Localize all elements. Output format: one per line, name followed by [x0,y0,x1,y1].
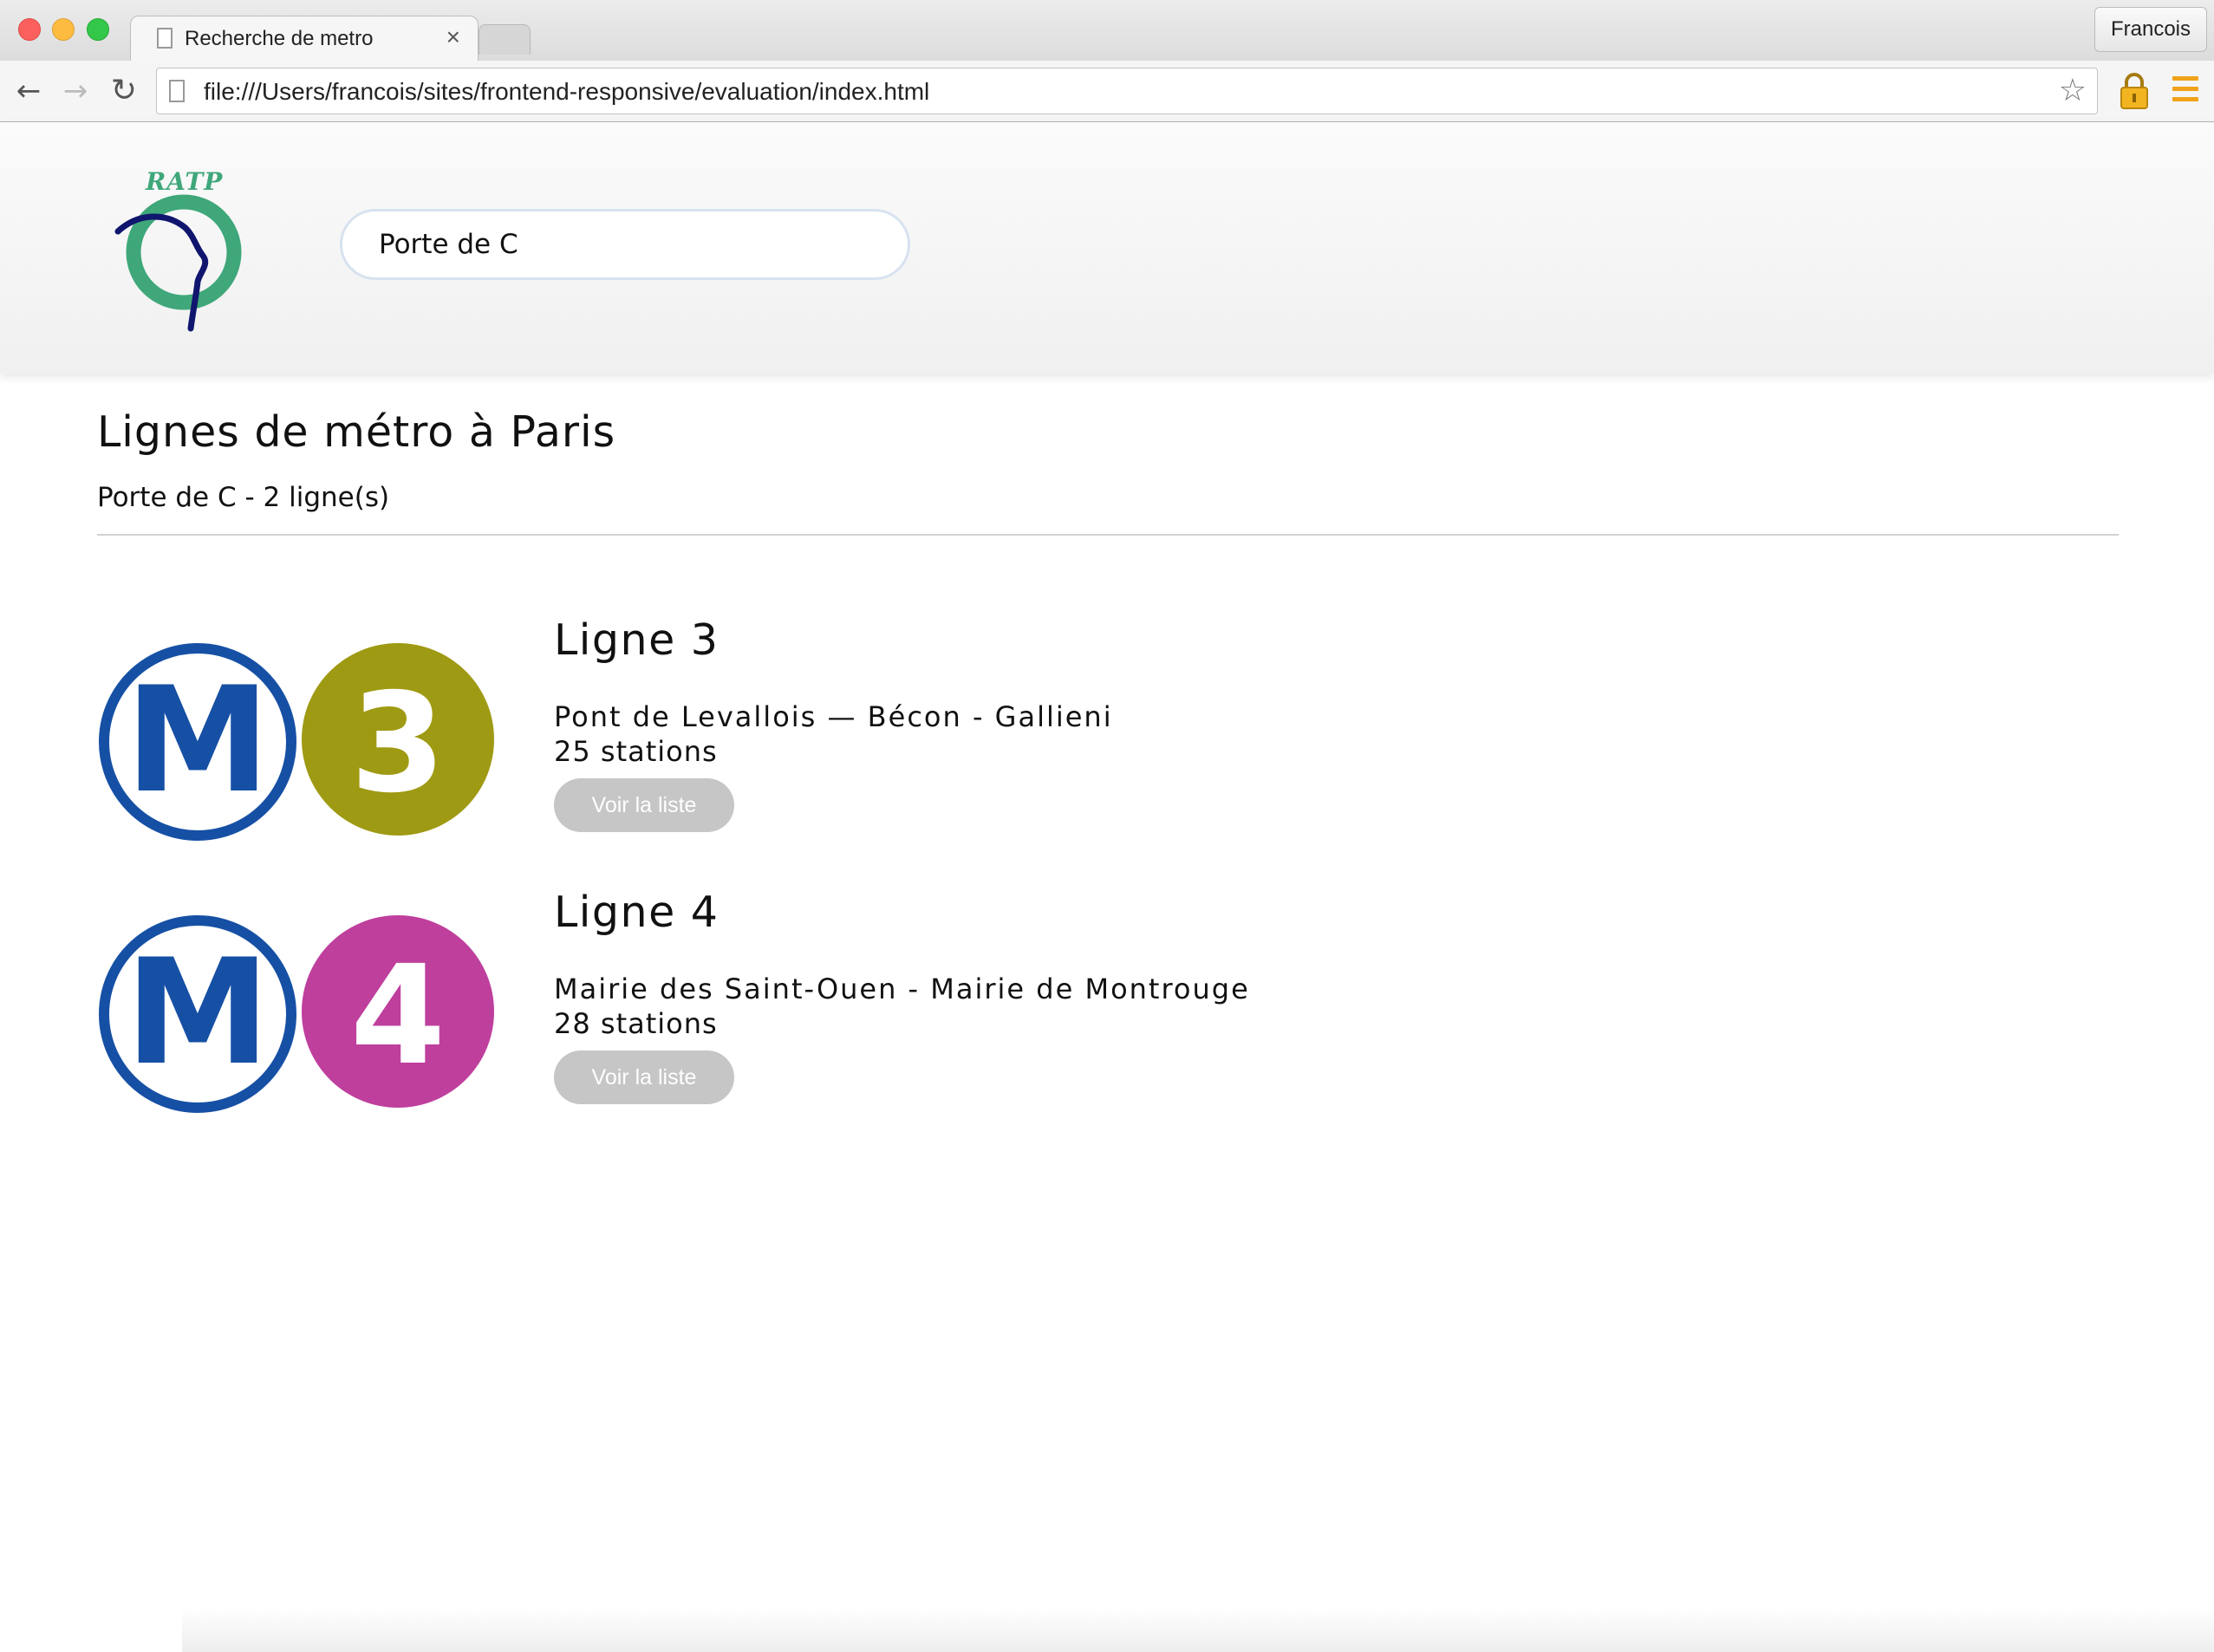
browser-toolbar: ← → ↻ file:///Users/francois/sites/front… [0,61,2214,122]
divider [97,534,2119,536]
menu-icon[interactable] [2172,76,2198,102]
browser-tab[interactable]: Recherche de metro × [130,16,479,62]
url-text[interactable]: file:///Users/francois/sites/frontend-re… [204,78,929,106]
line-number-badge: 4 [302,915,494,1108]
profile-button[interactable]: Francois [2094,7,2207,52]
close-window-button[interactable] [18,18,41,41]
bookmark-star-icon[interactable]: ☆ [2059,74,2087,108]
ratp-logo-text: RATP [146,167,224,196]
result-summary: Porte de C - 2 ligne(s) [97,482,390,513]
browser-titlebar: Recherche de metro × Francois [0,0,2214,62]
line-route: Mairie des Saint-Ouen - Mairie de Montro… [554,972,1250,1005]
metro-m-icon: M [99,643,296,841]
svg-text:M: M [125,655,270,825]
page-icon [157,28,173,49]
line-card: M 4 Ligne 4 Mairie des Saint-Ouen - Mair… [97,888,1397,1122]
search-input[interactable] [340,209,910,280]
ratp-emblem-icon [114,194,242,332]
metro-m-icon: M [99,915,296,1113]
zoom-window-button[interactable] [87,18,109,41]
line-stations-count: 28 stations [554,1007,718,1040]
site-header: RATP [0,122,2214,374]
forward-arrow-icon[interactable]: → [55,71,95,111]
line-stations-count: 25 stations [554,735,718,768]
tab-title: Recherche de metro [185,27,374,50]
lock-extension-icon[interactable] [2117,71,2152,111]
svg-text:M: M [125,927,270,1097]
address-bar[interactable]: file:///Users/francois/sites/frontend-re… [156,68,2098,114]
ratp-logo: RATP [113,167,251,332]
minimize-window-button[interactable] [52,18,75,41]
line-title: Ligne 3 [554,615,720,665]
line-card: M 3 Ligne 3 Pont de Levallois — Bécon - … [97,615,1397,849]
line-badge-number: 3 [350,664,446,823]
window-bottom-shadow [182,1608,2214,1652]
view-list-button[interactable]: Voir la liste [554,1050,734,1104]
line-badge-number: 4 [350,936,446,1096]
back-arrow-icon[interactable]: ← [9,71,49,111]
file-icon [169,80,185,102]
page-title: Lignes de métro à Paris [97,407,616,457]
new-tab-button[interactable] [479,24,531,55]
line-route: Pont de Levallois — Bécon - Gallieni [554,700,1113,733]
reload-icon[interactable]: ↻ [104,71,144,111]
line-title: Ligne 4 [554,888,720,937]
tab-close-icon[interactable]: × [446,23,460,51]
line-number-badge: 3 [302,643,494,836]
view-list-button[interactable]: Voir la liste [554,778,734,832]
